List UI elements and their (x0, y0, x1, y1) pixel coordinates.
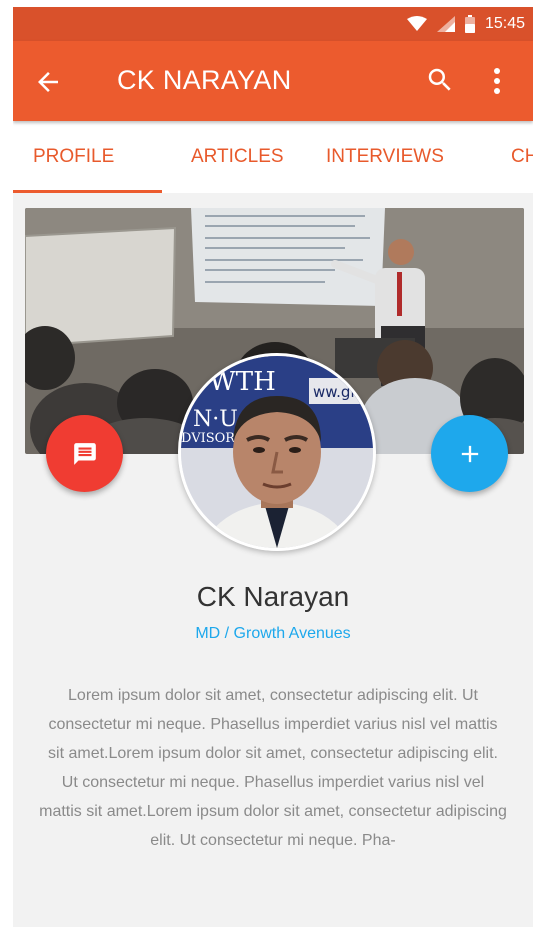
profile-bio: Lorem ipsum dolor sit amet, consectetur … (39, 687, 507, 849)
status-time: 15:45 (484, 15, 525, 32)
app-bar: CK NARAYAN (13, 41, 533, 121)
battery-icon (464, 15, 475, 33)
tab-indicator (13, 190, 162, 193)
tab-chat[interactable]: CHAT (511, 121, 533, 193)
avatar-banner-text-4: DVISOR (181, 431, 236, 446)
arrow-back-icon (38, 72, 58, 92)
tab-interviews[interactable]: INTERVIEWS (326, 121, 444, 193)
tab-articles[interactable]: ARTICLES (191, 121, 284, 193)
add-icon (461, 445, 478, 462)
search-button[interactable] (425, 65, 455, 95)
status-icons: 15:45 (406, 7, 525, 41)
profile-name: CK Narayan (196, 581, 350, 612)
avatar-banner-text-1: WTH (209, 367, 276, 397)
add-button[interactable] (431, 415, 508, 492)
signal-icon (436, 16, 455, 32)
search-icon (428, 68, 451, 91)
avatar-banner-text-3: ww.gr (313, 383, 357, 401)
avatar-banner-text-2: N·U (193, 407, 238, 432)
more-options-button[interactable] (485, 65, 509, 97)
tab-profile[interactable]: PROFILE (33, 121, 114, 193)
status-bar: 15:45 (13, 7, 533, 41)
wifi-icon (406, 16, 427, 31)
profile-role: MD / Growth Avenues (195, 625, 351, 642)
phone-screen: 15:45 CK NARAYAN PROFILE ARTICLES INTERV… (13, 7, 533, 927)
message-icon (73, 442, 96, 465)
tab-bar: PROFILE ARTICLES INTERVIEWS CHAT (13, 121, 533, 193)
page-title: CK NARAYAN (117, 65, 292, 95)
back-button[interactable] (33, 67, 63, 97)
avatar: WTH N·U ww.gr DVISOR (178, 353, 376, 551)
more-vert-icon (494, 68, 500, 94)
message-button[interactable] (46, 415, 123, 492)
